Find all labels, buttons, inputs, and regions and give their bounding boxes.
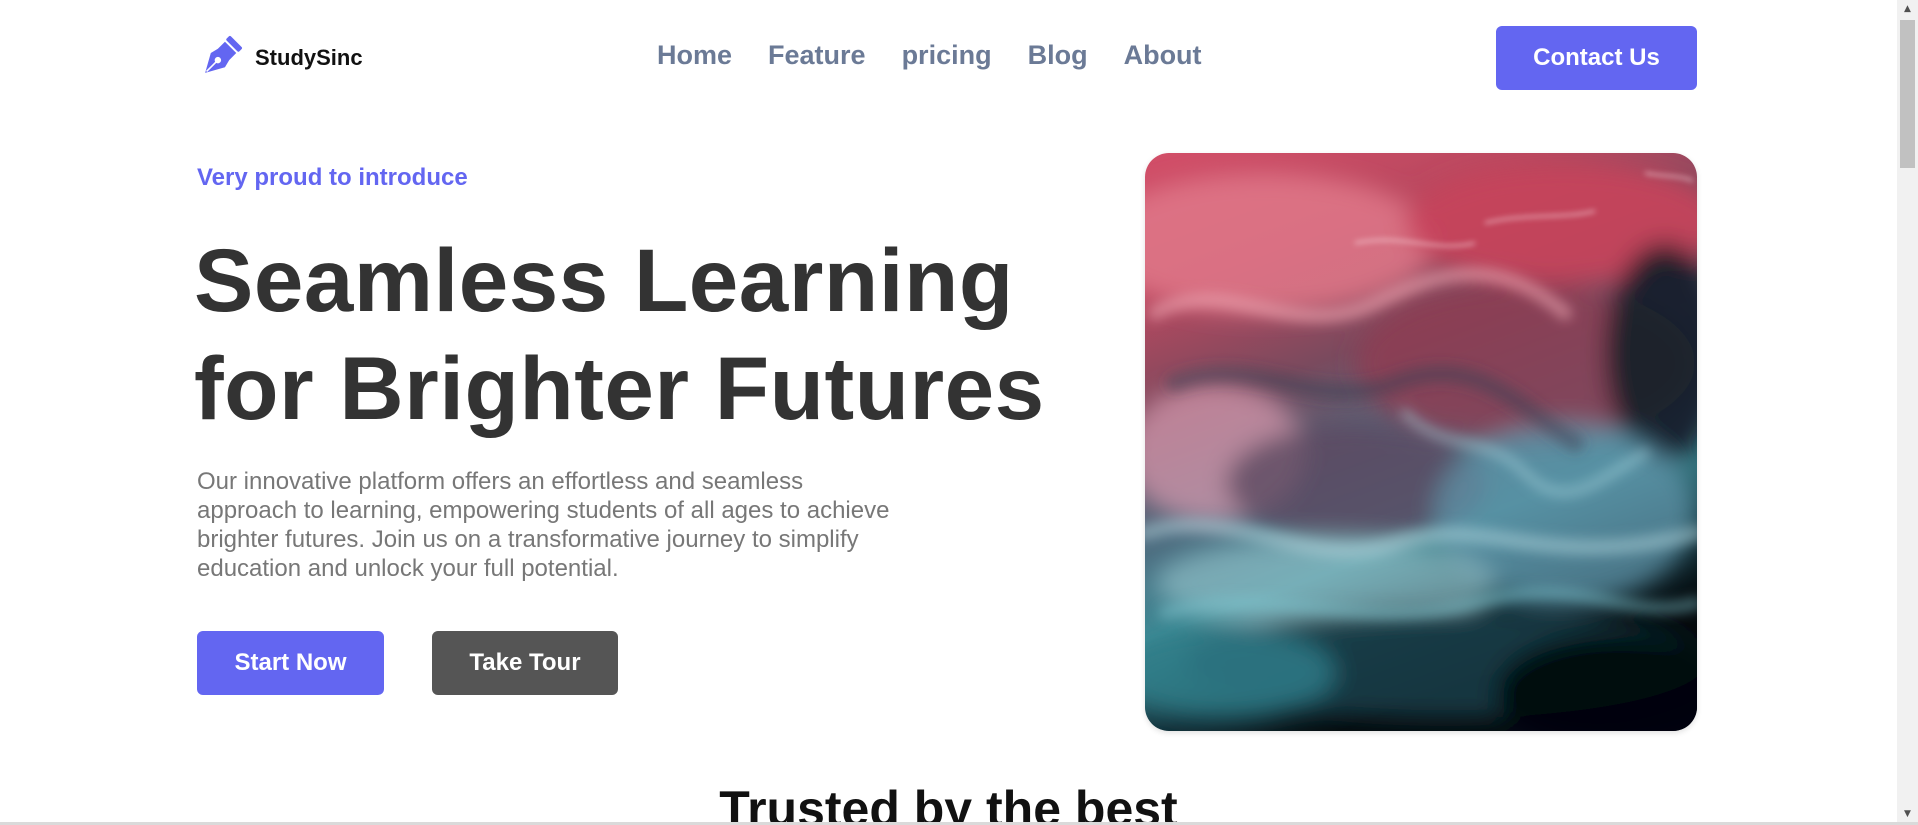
nav-item-blog[interactable]: Blog	[1028, 40, 1088, 71]
browser-viewport: StudySinc Home Feature pricing Blog Abou…	[0, 0, 1897, 822]
brand-logo[interactable]: StudySinc	[196, 33, 363, 83]
vertical-scrollbar[interactable]: ▲ ▼	[1897, 0, 1918, 822]
scroll-thumb[interactable]	[1900, 20, 1915, 168]
start-now-button[interactable]: Start Now	[197, 631, 384, 695]
hero-image	[1145, 153, 1697, 731]
nav-item-pricing[interactable]: pricing	[902, 40, 992, 71]
take-tour-button[interactable]: Take Tour	[432, 631, 618, 695]
pen-nib-icon	[196, 33, 244, 83]
hero-headline-line-1: Seamless Learning	[194, 230, 1014, 330]
brand-name: StudySinc	[255, 45, 363, 70]
nav-item-about[interactable]: About	[1124, 40, 1202, 71]
hero-headline: Seamless Learning for Brighter Futures	[194, 226, 1094, 442]
nav-item-feature[interactable]: Feature	[768, 40, 866, 71]
hero-eyebrow: Very proud to introduce	[197, 164, 468, 191]
scroll-up-arrow-icon[interactable]: ▲	[1897, 0, 1918, 17]
hero-headline-line-2: for Brighter Futures	[194, 338, 1045, 438]
contact-us-button[interactable]: Contact Us	[1496, 26, 1697, 90]
scroll-down-arrow-icon[interactable]: ▼	[1897, 805, 1918, 822]
page: StudySinc Home Feature pricing Blog Abou…	[0, 0, 1918, 825]
hero-description: Our innovative platform offers an effort…	[197, 468, 890, 582]
nav-item-home[interactable]: Home	[657, 40, 732, 71]
trusted-section-title: Trusted by the best	[719, 781, 1178, 822]
main-nav: Home Feature pricing Blog About	[657, 40, 1202, 71]
